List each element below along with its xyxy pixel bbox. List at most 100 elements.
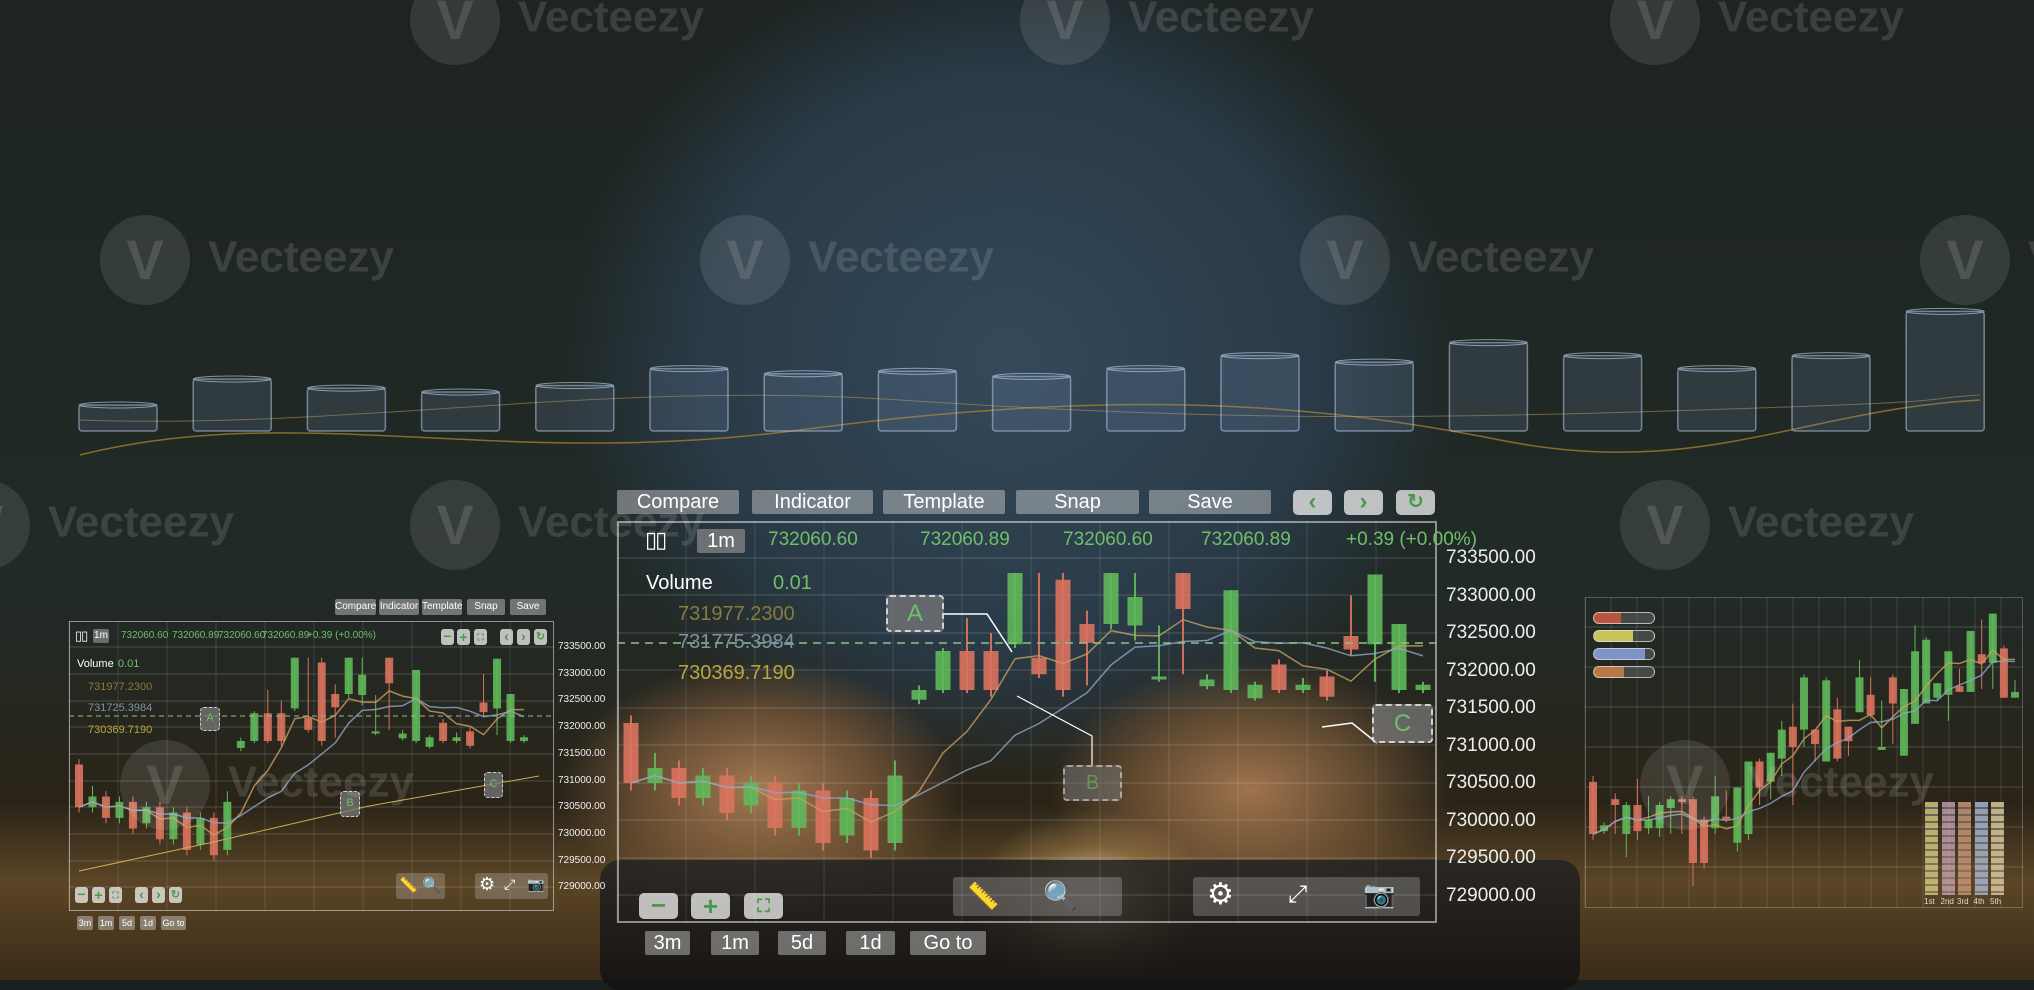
nav-prev-button[interactable]: ‹ <box>1293 490 1332 515</box>
watermark-logo: V <box>1920 215 2010 305</box>
volume-cylinder <box>1448 339 1529 432</box>
template-button[interactable]: Template <box>422 599 463 615</box>
candle-up <box>647 753 663 791</box>
watermark-text: Vecteezy <box>1408 232 1594 282</box>
camera-icon[interactable]: 📷 <box>527 876 544 893</box>
nav-next-button[interactable]: › <box>152 887 165 903</box>
watermark-text: Vecteezy <box>208 232 394 282</box>
axis-tick: 731500.00 <box>558 747 606 759</box>
candle-up <box>1295 678 1311 693</box>
watermark-logo: V <box>100 215 190 305</box>
zoom-out-button[interactable]: − <box>639 892 678 919</box>
volume-cylinder <box>1220 352 1300 432</box>
marker-b[interactable]: B <box>1063 765 1122 801</box>
watermark-text: Vecteezy <box>1128 0 1314 42</box>
zoom-reset-icon[interactable]: 🔍 <box>1043 879 1078 912</box>
zoom-out-button[interactable]: − <box>75 887 88 903</box>
indicator-slider[interactable] <box>1593 666 1655 678</box>
nav-prev-button[interactable]: ‹ <box>135 887 148 903</box>
compare-button[interactable]: Compare <box>335 599 376 615</box>
snap-button[interactable]: Snap <box>1016 490 1139 514</box>
indicator-slider[interactable] <box>1593 612 1655 624</box>
candle-up <box>1966 631 1975 692</box>
candle-up <box>412 669 421 744</box>
watermark: V Vecteezy <box>410 480 704 570</box>
camera-icon[interactable]: 📷 <box>1363 879 1395 910</box>
marker-a[interactable]: A <box>886 595 944 632</box>
candle-up <box>344 657 353 698</box>
candle-type-icon[interactable]: ▯▯ <box>75 628 88 644</box>
candle-up <box>2011 680 2019 698</box>
marker-c[interactable]: C <box>1372 704 1433 743</box>
candle-up <box>1151 625 1167 682</box>
indicator-slider[interactable] <box>1593 630 1655 642</box>
3m-button[interactable]: 3m <box>77 916 93 930</box>
template-button[interactable]: Template <box>883 490 1005 514</box>
gear-icon[interactable]: ⚙ <box>1207 877 1234 912</box>
5d-button[interactable]: 5d <box>778 931 826 955</box>
indicator-button[interactable]: Indicator <box>752 490 873 514</box>
refresh-button[interactable]: ↻ <box>169 887 182 903</box>
candle-up <box>791 783 807 836</box>
1d-button[interactable]: 1d <box>846 931 895 955</box>
1m-button[interactable]: 1m <box>98 916 114 930</box>
marker-a[interactable]: A <box>200 707 220 731</box>
zoom-reset-icon[interactable]: 🔍 <box>422 876 441 894</box>
candle-down <box>1031 573 1047 678</box>
volume-label: Volume <box>646 572 713 594</box>
watermark-text: Vecteezy <box>808 232 994 282</box>
interval-badge[interactable]: 1m <box>93 629 109 643</box>
candle-down <box>75 759 83 813</box>
watermark: V Vecteezy <box>1640 740 1934 830</box>
axis-tick: 731000.00 <box>1446 734 1536 756</box>
axis-tick: 732500.00 <box>558 694 606 706</box>
go-to-button[interactable]: Go to <box>161 916 186 930</box>
rank-column <box>1974 802 1988 895</box>
zoom-out-button[interactable]: − <box>441 629 454 645</box>
fit-button[interactable]: ⛶ <box>474 629 487 645</box>
fit-button[interactable]: ⛶ <box>744 893 783 919</box>
open-value: 732060.60 <box>768 529 858 550</box>
5d-button[interactable]: 5d <box>119 916 135 930</box>
axis-tick: 730000.00 <box>1446 809 1536 831</box>
volume-cylinder <box>1791 352 1871 432</box>
nav-next-button[interactable]: › <box>1344 490 1383 515</box>
3m-button[interactable]: 3m <box>645 931 690 955</box>
indicator-button[interactable]: Indicator <box>379 599 419 615</box>
save-button[interactable]: Save <box>510 599 546 615</box>
candle-up <box>1415 681 1431 693</box>
axis-tick: 733000.00 <box>1446 584 1536 606</box>
interval-badge[interactable]: 1m <box>697 529 745 553</box>
candle-down <box>1888 674 1897 745</box>
axis-tick: 731500.00 <box>1446 697 1536 718</box>
expand-icon[interactable]: ⤢ <box>1288 881 1307 909</box>
nav-next-button[interactable]: › <box>517 629 530 645</box>
nav-prev-button[interactable]: ‹ <box>500 629 513 645</box>
gear-icon[interactable]: ⚙ <box>479 874 495 895</box>
refresh-button[interactable]: ↻ <box>534 629 547 645</box>
candle-up <box>1622 802 1631 858</box>
candle-up <box>743 775 759 813</box>
fit-button[interactable]: ⛶ <box>109 887 122 903</box>
ruler-icon[interactable]: 📏 <box>399 876 418 894</box>
snap-button[interactable]: Snap <box>467 599 505 615</box>
low-value: 732060.60 <box>1063 529 1153 550</box>
candle-up <box>425 735 434 749</box>
marker-c[interactable]: C <box>484 772 503 798</box>
zoom-in-button[interactable]: + <box>92 887 105 903</box>
expand-icon[interactable]: ⤢ <box>504 876 515 893</box>
ruler-icon[interactable]: 📏 <box>967 881 999 912</box>
volume-cylinder <box>306 384 387 432</box>
candle-down <box>1611 793 1620 834</box>
1m-button[interactable]: 1m <box>711 931 759 955</box>
candle-down <box>767 775 783 836</box>
level-2: 731725.3984 <box>88 702 153 714</box>
zoom-in-button[interactable]: + <box>457 629 470 645</box>
candle-down <box>719 768 735 821</box>
indicator-slider[interactable] <box>1593 648 1655 660</box>
refresh-button[interactable]: ↻ <box>1396 490 1435 515</box>
1d-button[interactable]: 1d <box>140 916 156 930</box>
zoom-in-button[interactable]: + <box>691 893 730 919</box>
save-button[interactable]: Save <box>1149 490 1271 514</box>
go-to-button[interactable]: Go to <box>910 931 986 955</box>
